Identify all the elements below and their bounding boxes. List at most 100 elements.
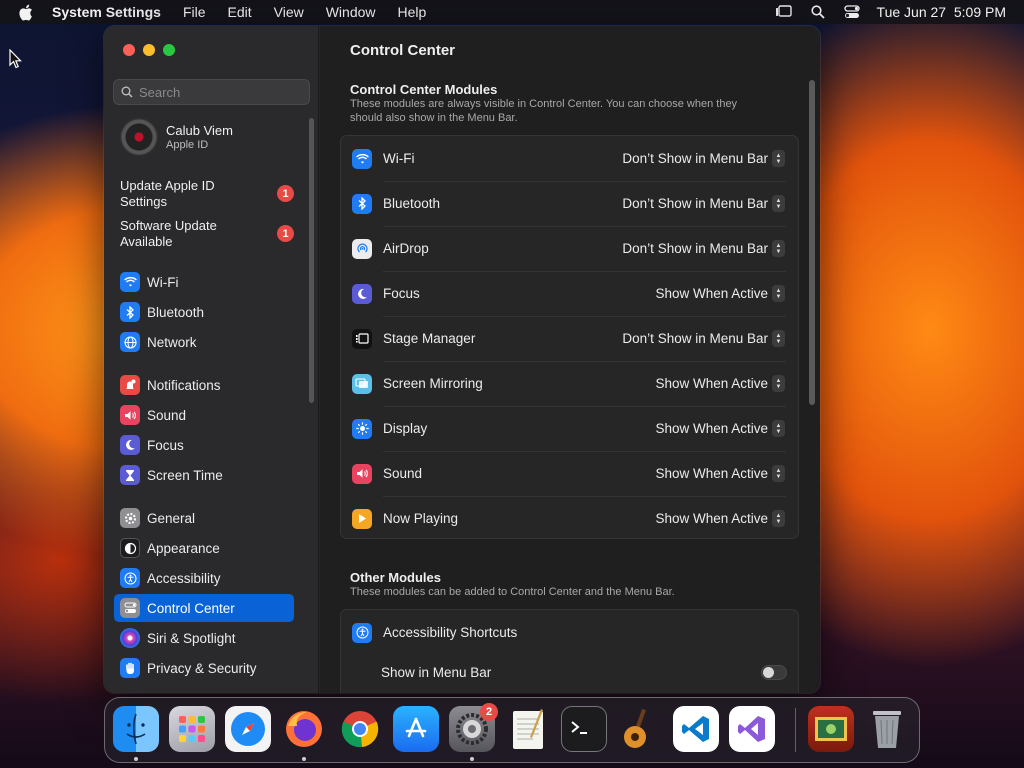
photo-booth-icon	[815, 717, 847, 741]
launchpad-icon	[179, 716, 205, 742]
popup-chevron-icon[interactable]: ▲ ▼	[772, 240, 785, 257]
accessibility-icon	[352, 622, 372, 643]
guitar-icon	[624, 708, 646, 748]
dock-visual-studio[interactable]	[729, 706, 775, 752]
sidebar-item-control-center[interactable]: Control Center	[114, 594, 294, 622]
close-window-button[interactable]	[123, 44, 135, 56]
content-pane: Control Center Control Center Modules Th…	[320, 26, 820, 693]
finder-icon	[126, 713, 146, 745]
sidebar-item-general[interactable]: General	[114, 504, 294, 532]
dock: 2	[104, 697, 920, 763]
profile-subtitle: Apple ID	[166, 139, 209, 151]
search-icon	[121, 86, 133, 98]
control-center-status-icon[interactable]	[843, 4, 861, 20]
dock-photo-booth[interactable]	[808, 706, 854, 752]
menu-file[interactable]: File	[183, 4, 206, 20]
alert-label: Update Apple ID Settings	[120, 178, 215, 209]
safari-icon	[231, 712, 265, 746]
module-label: Accessibility Shortcuts	[383, 625, 518, 640]
other-section-description: These modules can be added to Control Ce…	[350, 586, 675, 598]
running-indicator	[302, 757, 306, 761]
visual-studio-icon	[738, 716, 765, 742]
popup-chevron-icon[interactable]: ▲ ▼	[772, 465, 785, 482]
menu-bar-visibility-popup[interactable]: Show When Active	[655, 421, 768, 436]
menu-help[interactable]: Help	[398, 4, 427, 20]
dock-trash[interactable]	[864, 706, 910, 752]
moon-icon	[352, 283, 372, 304]
dock-launchpad[interactable]	[169, 706, 215, 752]
other-section-title: Other Modules	[350, 570, 442, 585]
dock-vscode[interactable]	[673, 706, 719, 752]
dock-textedit[interactable]	[505, 706, 551, 752]
dock-app-store[interactable]	[393, 706, 439, 752]
menu-window[interactable]: Window	[326, 4, 376, 20]
sidebar-item-bluetooth[interactable]: Bluetooth	[114, 298, 294, 326]
sidebar-scrollbar[interactable]	[309, 118, 314, 403]
menu-bar-visibility-popup[interactable]: Don’t Show in Menu Bar	[622, 196, 768, 211]
popup-chevron-icon[interactable]: ▲ ▼	[772, 195, 785, 212]
menu-edit[interactable]: Edit	[228, 4, 252, 20]
moon-icon	[120, 435, 140, 455]
wifi-icon	[352, 148, 372, 169]
menu-app-name[interactable]: System Settings	[52, 4, 161, 20]
update-apple-id-settings-item[interactable]: Update Apple ID Settings 1	[120, 178, 294, 210]
dock-safari[interactable]	[225, 706, 271, 752]
dock-firefox[interactable]	[281, 706, 327, 752]
menu-bar-visibility-popup[interactable]: Show When Active	[655, 511, 768, 526]
minimize-window-button[interactable]	[143, 44, 155, 56]
sidebar-item-siri-spotlight[interactable]: Siri & Spotlight	[114, 624, 294, 652]
sidebar-item-focus[interactable]: Focus	[114, 431, 294, 459]
module-row-focus: Focus Show When Active ▲ ▼	[341, 271, 798, 316]
sidebar-item-network[interactable]: Network	[114, 328, 294, 356]
dock-terminal[interactable]	[561, 706, 607, 752]
popup-chevron-icon[interactable]: ▲ ▼	[772, 150, 785, 167]
popup-chevron-icon[interactable]: ▲ ▼	[772, 420, 785, 437]
module-row-display: Display Show When Active ▲ ▼	[341, 406, 798, 451]
chrome-icon	[341, 711, 379, 748]
modules-section-title: Control Center Modules	[350, 82, 498, 97]
sidebar-item-appearance[interactable]: Appearance	[114, 534, 294, 562]
module-label: Sound	[383, 466, 423, 481]
stage-manager-status-icon[interactable]	[775, 4, 793, 20]
menu-clock[interactable]: Tue Jun 27 5:09 PM	[877, 4, 1006, 20]
sidebar-item-wifi[interactable]: Wi-Fi	[114, 268, 294, 296]
sidebar-item-screen-time[interactable]: Screen Time	[114, 461, 294, 489]
menu-bar-visibility-popup[interactable]: Show When Active	[655, 286, 768, 301]
software-update-item[interactable]: Software Update Available 1	[120, 218, 294, 250]
popup-chevron-icon[interactable]: ▲ ▼	[772, 285, 785, 302]
sidebar-item-privacy-security[interactable]: Privacy & Security	[114, 654, 294, 682]
sidebar-item-sound[interactable]: Sound	[114, 401, 294, 429]
search-field[interactable]	[113, 79, 310, 105]
speaker-icon	[120, 405, 140, 425]
dock-garageband[interactable]	[617, 706, 663, 752]
spotlight-search-icon[interactable]	[809, 4, 827, 20]
menu-bar-visibility-popup[interactable]: Don’t Show in Menu Bar	[622, 151, 768, 166]
sidebar-item-label: Network	[147, 334, 197, 350]
content-scrollbar[interactable]	[809, 80, 815, 405]
dock-finder[interactable]	[113, 706, 159, 752]
search-input[interactable]	[139, 84, 299, 100]
zoom-window-button[interactable]	[163, 44, 175, 56]
page-title: Control Center	[350, 42, 455, 59]
show-in-menu-bar-toggle[interactable]	[761, 665, 787, 680]
bluetooth-icon	[352, 193, 372, 214]
sun-icon	[352, 418, 372, 439]
popup-chevron-icon[interactable]: ▲ ▼	[772, 375, 785, 392]
module-row-accessibility-shortcuts: Accessibility Shortcuts	[341, 610, 798, 655]
trash-icon	[873, 711, 901, 748]
menu-bar-visibility-popup[interactable]: Don’t Show in Menu Bar	[622, 331, 768, 346]
menu-bar-visibility-popup[interactable]: Don’t Show in Menu Bar	[622, 241, 768, 256]
sidebar-item-accessibility[interactable]: Accessibility	[114, 564, 294, 592]
dock-chrome[interactable]	[337, 706, 383, 752]
sidebar-item-notifications[interactable]: Notifications	[114, 371, 294, 399]
module-label: Stage Manager	[383, 331, 476, 346]
menu-bar-visibility-popup[interactable]: Show When Active	[655, 376, 768, 391]
apple-id-profile[interactable]: Calub Viem Apple ID	[120, 118, 233, 156]
modules-section-description: These modules are always visible in Cont…	[350, 98, 738, 124]
popup-chevron-icon[interactable]: ▲ ▼	[772, 510, 785, 527]
sidebar-item-label: Wi-Fi	[147, 274, 179, 290]
apple-menu-icon[interactable]	[18, 4, 38, 21]
menu-bar-visibility-popup[interactable]: Show When Active	[655, 466, 768, 481]
menu-view[interactable]: View	[274, 4, 304, 20]
popup-chevron-icon[interactable]: ▲ ▼	[772, 330, 785, 347]
